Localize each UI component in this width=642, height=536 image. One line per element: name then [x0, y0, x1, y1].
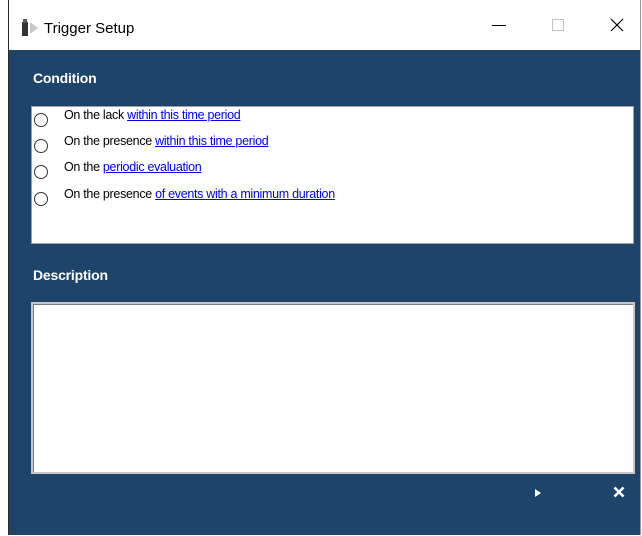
condition-list: On the lack within this time period On t… [31, 106, 634, 244]
condition-option-presence[interactable]: On the presence within this time period [32, 134, 612, 154]
description-textarea[interactable] [31, 302, 635, 474]
time-period-link[interactable]: within this time period [155, 134, 269, 148]
trigger-setup-icon [19, 18, 41, 38]
title-bar[interactable]: Trigger Setup [9, 0, 640, 50]
condition-prefix: On the presence [64, 134, 156, 148]
maximize-icon [552, 19, 564, 31]
periodic-evaluation-link[interactable]: periodic evaluation [103, 160, 202, 174]
min-duration-link[interactable]: of events with a minimum duration [155, 187, 335, 201]
radio-button[interactable] [34, 192, 48, 206]
close-window-button[interactable] [594, 8, 640, 42]
condition-prefix: On the [64, 160, 103, 174]
condition-label: Condition [33, 70, 97, 86]
minimize-button[interactable] [476, 8, 522, 42]
cancel-button[interactable] [609, 481, 629, 503]
radio-button[interactable] [34, 139, 48, 153]
condition-option-text: On the lack within this time period [64, 108, 241, 122]
condition-option-text: On the presence of events with a minimum… [64, 187, 335, 201]
time-period-link[interactable]: within this time period [127, 108, 241, 122]
condition-option-text: On the presence within this time period [64, 134, 269, 148]
main-panel: Condition On the lack within this time p… [9, 50, 640, 535]
trigger-setup-window: Trigger Setup Condition On the lack with… [8, 0, 641, 535]
condition-option-periodic[interactable]: On the periodic evaluation [32, 160, 612, 180]
condition-prefix: On the presence [64, 187, 156, 201]
window-title: Trigger Setup [44, 20, 135, 37]
maximize-button[interactable] [535, 8, 581, 42]
condition-option-lack[interactable]: On the lack within this time period [32, 108, 612, 128]
description-label: Description [33, 267, 108, 283]
condition-option-min-duration[interactable]: On the presence of events with a minimum… [32, 187, 612, 207]
condition-prefix: On the lack [64, 108, 128, 122]
x-icon [613, 486, 625, 498]
radio-button[interactable] [34, 113, 48, 127]
next-button[interactable] [531, 486, 545, 500]
close-icon [610, 18, 624, 32]
condition-option-text: On the periodic evaluation [64, 160, 202, 174]
minimize-icon [492, 25, 506, 26]
play-triangle-icon [535, 489, 541, 497]
radio-button[interactable] [34, 165, 48, 179]
